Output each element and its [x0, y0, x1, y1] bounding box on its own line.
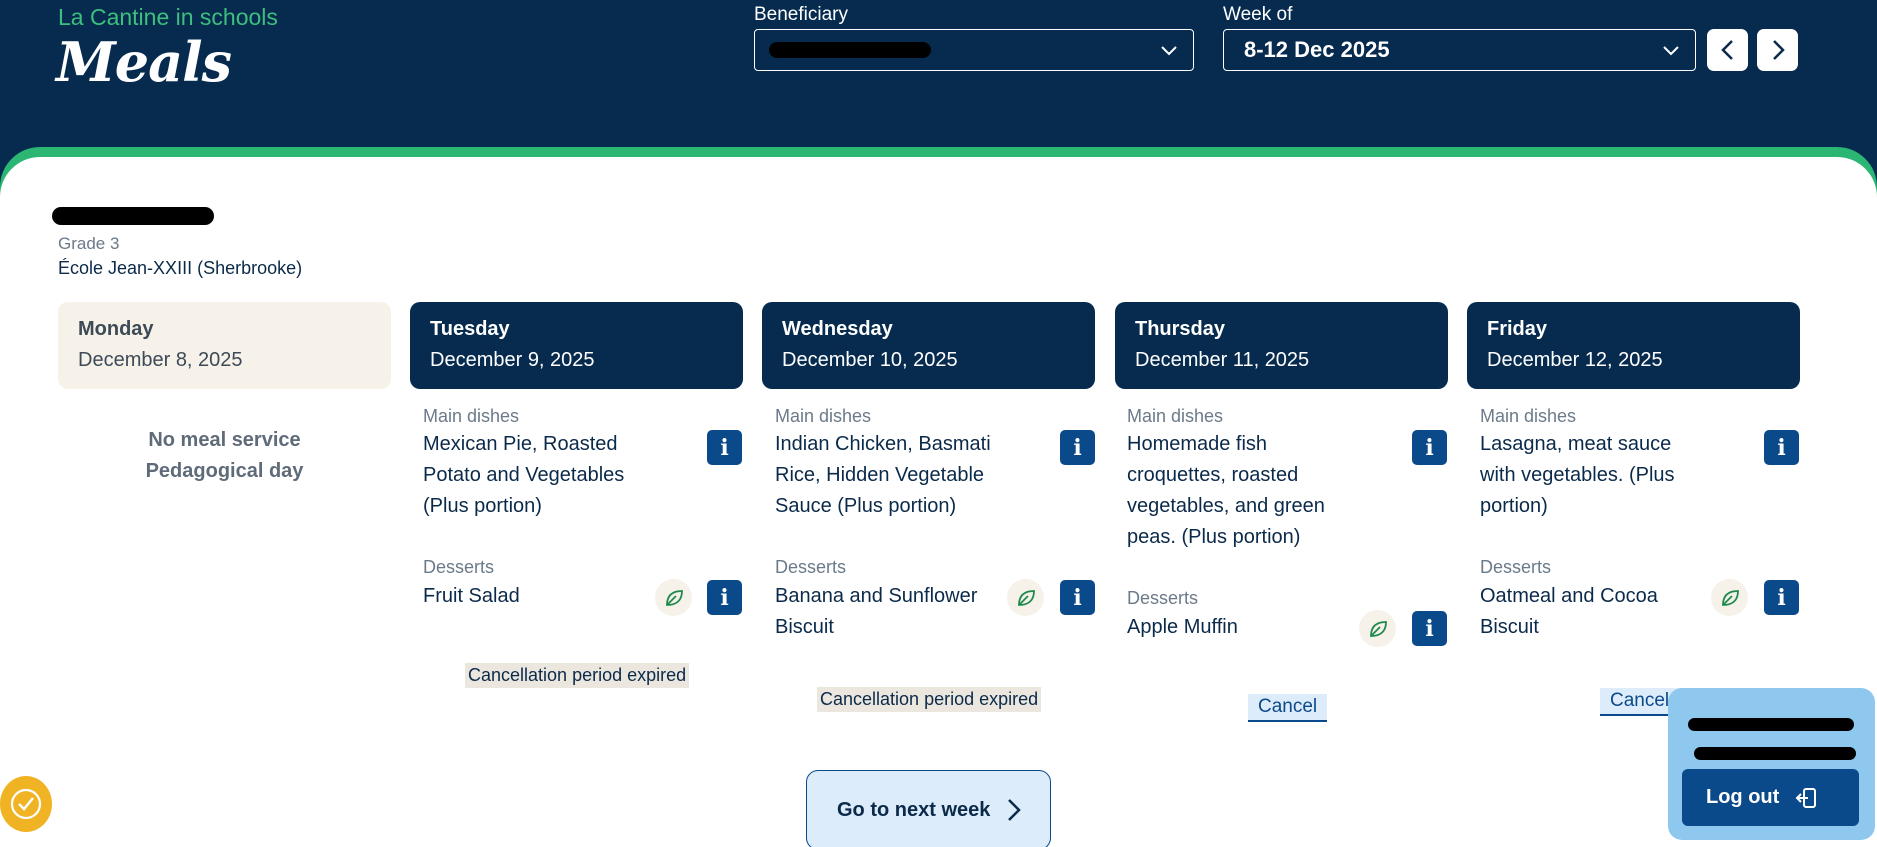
leaf-icon [1017, 589, 1035, 606]
day-name: Wednesday [782, 318, 893, 340]
redaction-mark [769, 42, 931, 58]
main-dish: Homemade fish croquettes, roasted vegeta… [1127, 433, 1325, 548]
vegetarian-badge [1711, 579, 1748, 616]
info-icon: i [1777, 584, 1786, 611]
beneficiary-select[interactable] [754, 29, 1194, 71]
vegetarian-badge [1359, 610, 1396, 647]
day-name: Monday [78, 318, 154, 340]
main-dishes-label: Main dishes [423, 406, 520, 426]
leaf-icon [1721, 589, 1739, 606]
desserts-label: Desserts [1127, 588, 1199, 608]
dessert-info-button[interactable]: i [1764, 580, 1799, 615]
info-icon: i [720, 584, 729, 611]
chevron-down-icon [1663, 46, 1679, 56]
day-card-wednesday: Wednesday December 10, 2025 [762, 302, 1095, 389]
day-date: December 12, 2025 [1487, 349, 1663, 371]
week-label: Week of [1223, 4, 1293, 25]
desserts-label: Desserts [1480, 557, 1552, 577]
page-title: Meals [56, 30, 232, 94]
day-name: Friday [1487, 318, 1548, 340]
info-icon: i [1073, 584, 1082, 611]
log-out-label: Log out [1706, 786, 1780, 808]
log-out-button[interactable]: Log out [1682, 769, 1859, 826]
redaction-mark [1688, 718, 1854, 731]
chevron-right-icon [1008, 799, 1022, 821]
chevron-down-icon [1161, 46, 1177, 56]
main-dish-info-button[interactable]: i [1060, 430, 1095, 465]
main-dish: Lasagna, meat sauce with vegetables. (Pl… [1480, 433, 1675, 517]
dessert: Banana and Sunflower Biscuit [775, 585, 978, 638]
day-card-tuesday: Tuesday December 9, 2025 [410, 302, 743, 389]
dessert-info-button[interactable]: i [1412, 611, 1447, 646]
main-dishes-label: Main dishes [775, 406, 872, 426]
chevron-left-icon [1720, 40, 1733, 60]
no-service-text: No meal service [148, 429, 301, 451]
chevron-right-icon [1772, 40, 1785, 60]
redaction-mark [1694, 747, 1856, 760]
main-dish-info-button[interactable]: i [707, 430, 742, 465]
vegetarian-badge [1007, 579, 1044, 616]
brand-name: La Cantine in schools [58, 4, 278, 30]
week-select[interactable]: 8-12 Dec 2025 [1223, 29, 1696, 71]
week-value: 8-12 Dec 2025 [1244, 37, 1390, 62]
student-name-redaction [52, 207, 214, 225]
info-icon: i [1073, 434, 1082, 461]
leaf-icon [1369, 620, 1387, 637]
accessibility-icon [10, 788, 42, 820]
desserts-label: Desserts [423, 557, 495, 577]
previous-week-button[interactable] [1707, 29, 1748, 71]
day-card-monday: Monday December 8, 2025 [58, 302, 391, 389]
dessert-info-button[interactable]: i [707, 580, 742, 615]
session-panel: Log out [1668, 688, 1875, 840]
main-dishes-label: Main dishes [1480, 406, 1577, 426]
main-dish: Indian Chicken, Basmati Rice, Hidden Veg… [775, 433, 991, 517]
accessibility-button[interactable] [0, 776, 52, 832]
day-date: December 8, 2025 [78, 349, 243, 371]
next-week-label: Go to next week [837, 798, 991, 821]
cancellation-expired-badge: Cancellation period expired [465, 663, 690, 688]
cancel-meal-button[interactable]: Cancel [1248, 694, 1328, 722]
main-dish: Mexican Pie, Roasted Potato and Vegetabl… [423, 433, 625, 517]
no-service-reason: Pedagogical day [145, 460, 304, 482]
next-week-arrow-button[interactable] [1757, 29, 1798, 71]
day-name: Tuesday [430, 318, 510, 340]
log-out-icon [1795, 787, 1817, 808]
no-service-notice: No meal service Pedagogical day [58, 425, 391, 487]
dessert: Apple Muffin [1127, 616, 1238, 638]
day-date: December 10, 2025 [782, 349, 958, 371]
dessert-info-button[interactable]: i [1060, 580, 1095, 615]
leaf-icon [665, 589, 683, 606]
info-icon: i [1425, 615, 1434, 642]
day-date: December 9, 2025 [430, 349, 595, 371]
header: La Cantine in schools Meals Beneficiary … [0, 0, 1877, 160]
student-school: École Jean-XXIII (Sherbrooke) [58, 258, 303, 278]
info-icon: i [1777, 434, 1786, 461]
cancellation-expired-badge: Cancellation period expired [817, 687, 1042, 712]
dessert: Oatmeal and Cocoa Biscuit [1480, 585, 1658, 638]
dessert: Fruit Salad [423, 585, 520, 607]
day-date: December 11, 2025 [1135, 349, 1310, 371]
student-grade: Grade 3 [58, 234, 120, 253]
info-icon: i [1425, 434, 1434, 461]
info-icon: i [720, 434, 729, 461]
main-dishes-label: Main dishes [1127, 406, 1224, 426]
desserts-label: Desserts [775, 557, 847, 577]
go-to-next-week-button[interactable]: Go to next week [806, 770, 1051, 847]
day-name: Thursday [1135, 318, 1226, 340]
day-card-friday: Friday December 12, 2025 [1467, 302, 1800, 389]
main-dish-info-button[interactable]: i [1412, 430, 1447, 465]
main-dish-info-button[interactable]: i [1764, 430, 1799, 465]
beneficiary-label: Beneficiary [754, 4, 848, 25]
vegetarian-badge [655, 579, 692, 616]
day-card-thursday: Thursday December 11, 2025 [1115, 302, 1448, 389]
